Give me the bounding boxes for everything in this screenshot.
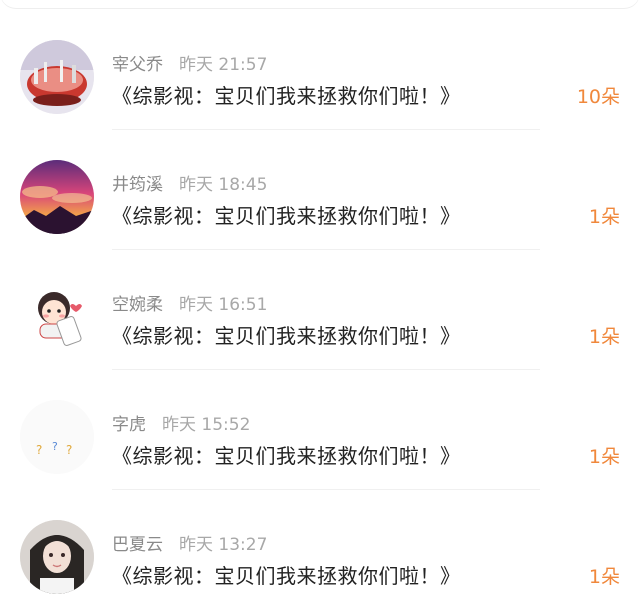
book-title[interactable]: 《综影视：宝贝们我来拯救你们啦！》 (112, 440, 461, 469)
flower-count: 1朵 (588, 566, 620, 588)
list-item[interactable]: 宰父乔 昨天 21:57 《综影视：宝贝们我来拯救你们啦！》 10朵 (0, 10, 640, 130)
list-item[interactable]: 井筠溪 昨天 18:45 《综影视：宝贝们我来拯救你们啦！》 1朵 (0, 130, 640, 250)
sender-name[interactable]: 宰父乔 (112, 55, 163, 75)
avatar-cartoon-girl-icon[interactable] (20, 280, 94, 354)
svg-text:?: ? (52, 440, 58, 453)
flower-count: 1朵 (588, 446, 620, 468)
book-title[interactable]: 《综影视：宝贝们我来拯救你们啦！》 (112, 200, 461, 229)
avatar-food-bowl-icon[interactable] (20, 40, 94, 114)
flower-count: 10朵 (576, 86, 620, 108)
sender-name[interactable]: 空婉柔 (112, 295, 163, 315)
timestamp: 昨天 18:45 (179, 175, 268, 195)
flower-count: 1朵 (588, 206, 620, 228)
flower-count: 1朵 (588, 326, 620, 348)
avatar-girl-photo-icon[interactable] (20, 520, 94, 594)
avatar-question-marks-icon[interactable]: ? ? ? (20, 400, 94, 474)
svg-text:?: ? (36, 443, 42, 457)
list-item[interactable]: ? ? ? 字虎 昨天 15:52 《综影视：宝贝们我来拯救你们啦！》 1朵 (0, 370, 640, 490)
book-title[interactable]: 《综影视：宝贝们我来拯救你们啦！》 (112, 560, 461, 589)
gift-list-screen: 宰父乔 昨天 21:57 《综影视：宝贝们我来拯救你们啦！》 10朵 井筠溪 昨… (0, 0, 640, 609)
book-title[interactable]: 《综影视：宝贝们我来拯救你们啦！》 (112, 320, 461, 349)
timestamp: 昨天 16:51 (179, 295, 268, 315)
timestamp: 昨天 15:52 (162, 415, 251, 435)
book-title[interactable]: 《综影视：宝贝们我来拯救你们啦！》 (112, 80, 461, 109)
list-item[interactable]: 空婉柔 昨天 16:51 《综影视：宝贝们我来拯救你们啦！》 1朵 (0, 250, 640, 370)
sender-name[interactable]: 井筠溪 (112, 175, 163, 195)
sender-name[interactable]: 字虎 (112, 415, 146, 435)
timestamp: 昨天 13:27 (179, 535, 268, 555)
timestamp: 昨天 21:57 (179, 55, 268, 75)
sender-name[interactable]: 巴夏云 (112, 535, 163, 555)
gift-list: 宰父乔 昨天 21:57 《综影视：宝贝们我来拯救你们啦！》 10朵 井筠溪 昨… (0, 0, 640, 609)
avatar-sunset-icon[interactable] (20, 160, 94, 234)
svg-text:?: ? (66, 443, 72, 457)
list-item[interactable]: 巴夏云 昨天 13:27 《综影视：宝贝们我来拯救你们啦！》 1朵 (0, 490, 640, 609)
